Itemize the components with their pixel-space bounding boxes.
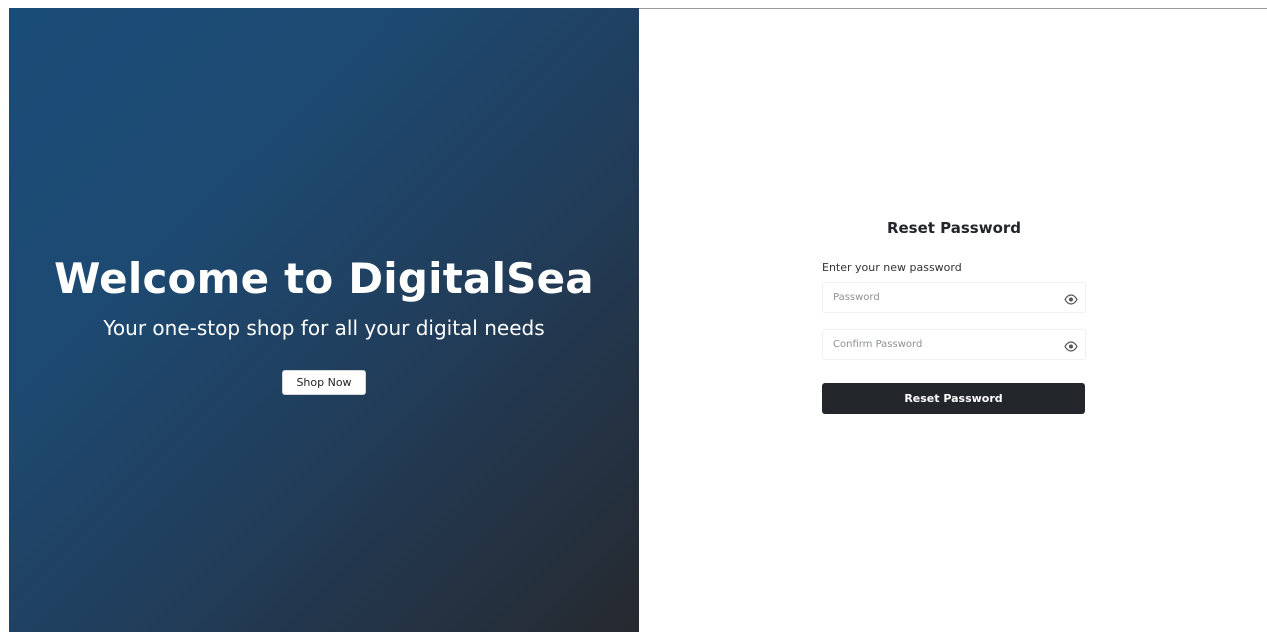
page: Welcome to DigitalSea Your one-stop shop… [0, 0, 1267, 632]
top-divider [639, 8, 1267, 9]
eye-icon[interactable] [1064, 292, 1078, 305]
hero-title: Welcome to DigitalSea [54, 254, 594, 303]
password-field [822, 282, 1086, 313]
confirm-password-input[interactable] [823, 330, 1053, 359]
reset-password-button[interactable]: Reset Password [822, 383, 1085, 414]
shop-now-button[interactable]: Shop Now [282, 370, 366, 395]
confirm-password-field [822, 329, 1086, 360]
eye-icon[interactable] [1064, 339, 1078, 352]
reset-password-form: Reset Password Enter your new password R… [822, 218, 1086, 414]
password-input[interactable] [823, 283, 1053, 312]
password-instruction: Enter your new password [822, 261, 962, 274]
hero-subtitle: Your one-stop shop for all your digital … [103, 316, 545, 340]
form-title: Reset Password [886, 219, 1022, 237]
hero-panel: Welcome to DigitalSea Your one-stop shop… [9, 8, 639, 632]
